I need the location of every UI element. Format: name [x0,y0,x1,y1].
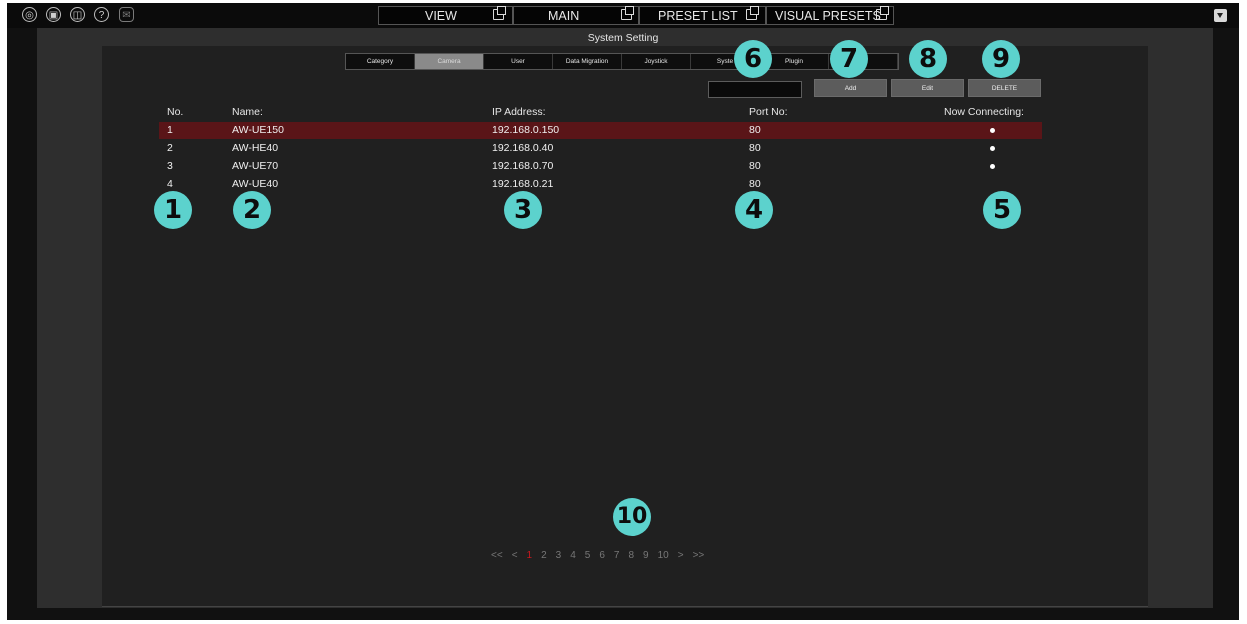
callout-badge: 8 [909,40,947,78]
page-first-link[interactable]: << [491,550,503,561]
subtab-data-migration[interactable]: Data Migration [553,54,622,69]
cell-name: AW-HE40 [232,142,279,154]
help-icon[interactable]: ? [94,7,109,22]
tab-main[interactable]: MAIN [513,6,639,25]
popout-icon[interactable] [621,6,634,20]
callout-badge: 4 [735,191,773,229]
cell-port: 80 [749,160,761,172]
tab-main-label: MAIN [548,9,580,23]
page-title: System Setting [587,32,659,44]
camera-icon[interactable]: ▣ [46,7,61,22]
page-link[interactable]: 3 [556,550,562,561]
page-last-link[interactable]: >> [693,550,705,561]
tab-view[interactable]: VIEW [378,6,513,25]
page-link[interactable]: 6 [599,550,605,561]
page-link[interactable]: 2 [541,550,547,561]
cell-no: 1 [167,124,173,136]
column-header-port: Port No: [749,106,788,118]
table-row[interactable]: 2 AW-HE40 192.168.0.40 80 [159,140,1042,157]
top-toolbar: ◎ ▣ ◫ ? ✉ VIEW MAIN PRESET LIST VISUAL P… [7,3,1239,28]
tab-visual-presets-label: VISUAL PRESETS [775,9,881,23]
cell-port: 80 [749,124,761,136]
tab-visual-presets[interactable]: VISUAL PRESETS [766,6,894,25]
cell-name: AW-UE40 [232,178,279,190]
popout-icon[interactable] [493,6,506,20]
callout-badge: 7 [830,40,868,78]
page-next-link[interactable]: > [678,550,684,561]
page-link[interactable]: 4 [570,550,576,561]
chat-icon[interactable]: ✉ [119,7,134,22]
subtab-user[interactable]: User [484,54,553,69]
connected-indicator [990,164,995,169]
page-prev-link[interactable]: < [512,550,518,561]
settings-subtabs: Category Camera User Data Migration Joys… [345,53,899,70]
callout-badge: 1 [154,191,192,229]
popout-icon[interactable] [746,6,759,20]
edit-button[interactable]: Edit [891,79,964,97]
search-input[interactable] [708,81,802,98]
column-header-name: Name: [232,106,263,118]
callout-badge: 9 [982,40,1020,78]
tab-view-label: VIEW [425,9,457,23]
tab-preset-list-label: PRESET LIST [658,9,738,23]
cell-port: 80 [749,142,761,154]
pagination: << < 1 2 3 4 5 6 7 8 9 10 > >> [491,550,704,561]
page-link-current[interactable]: 1 [527,550,533,561]
cell-no: 3 [167,160,173,172]
cell-ip: 192.168.0.40 [492,142,554,154]
table-row[interactable]: 1 AW-UE150 192.168.0.150 80 [159,122,1042,139]
cell-no: 2 [167,142,173,154]
connected-indicator [990,146,995,151]
delete-button[interactable]: DELETE [968,79,1041,97]
callout-badge: 3 [504,191,542,229]
settings-icon[interactable]: ◎ [22,7,37,22]
column-header-now-connecting: Now Connecting: [944,106,1024,118]
page-link[interactable]: 7 [614,550,620,561]
callout-badge: 10 [613,498,651,536]
add-button[interactable]: Add [814,79,887,97]
tab-preset-list[interactable]: PRESET LIST [639,6,766,25]
cell-ip: 192.168.0.150 [492,124,560,136]
callout-badge: 6 [734,40,772,78]
popout-icon[interactable] [876,6,889,20]
page-link[interactable]: 8 [628,550,634,561]
callout-badge: 5 [983,191,1021,229]
cell-ip: 192.168.0.21 [492,178,554,190]
cell-ip: 192.168.0.70 [492,160,554,172]
table-row[interactable]: 4 AW-UE40 192.168.0.21 80 [159,176,1042,193]
subtab-camera[interactable]: Camera [415,54,484,69]
application-window: ◎ ▣ ◫ ? ✉ VIEW MAIN PRESET LIST VISUAL P… [7,3,1239,620]
cell-name: AW-UE150 [232,124,284,136]
page-link[interactable]: 5 [585,550,591,561]
page-link[interactable]: 9 [643,550,649,561]
layout-icon[interactable]: ◫ [70,7,85,22]
cell-name: AW-UE70 [232,160,279,172]
connected-indicator [990,128,995,133]
cell-no: 4 [167,178,173,190]
cell-port: 80 [749,178,761,190]
table-row[interactable]: 3 AW-UE70 192.168.0.70 80 [159,158,1042,175]
subtab-joystick[interactable]: Joystick [622,54,691,69]
dropdown-menu-button[interactable] [1214,9,1227,22]
callout-badge: 2 [233,191,271,229]
page-link[interactable]: 10 [658,550,669,561]
subtab-category[interactable]: Category [346,54,415,69]
column-header-no: No. [167,106,184,118]
column-header-ip: IP Address: [492,106,546,118]
